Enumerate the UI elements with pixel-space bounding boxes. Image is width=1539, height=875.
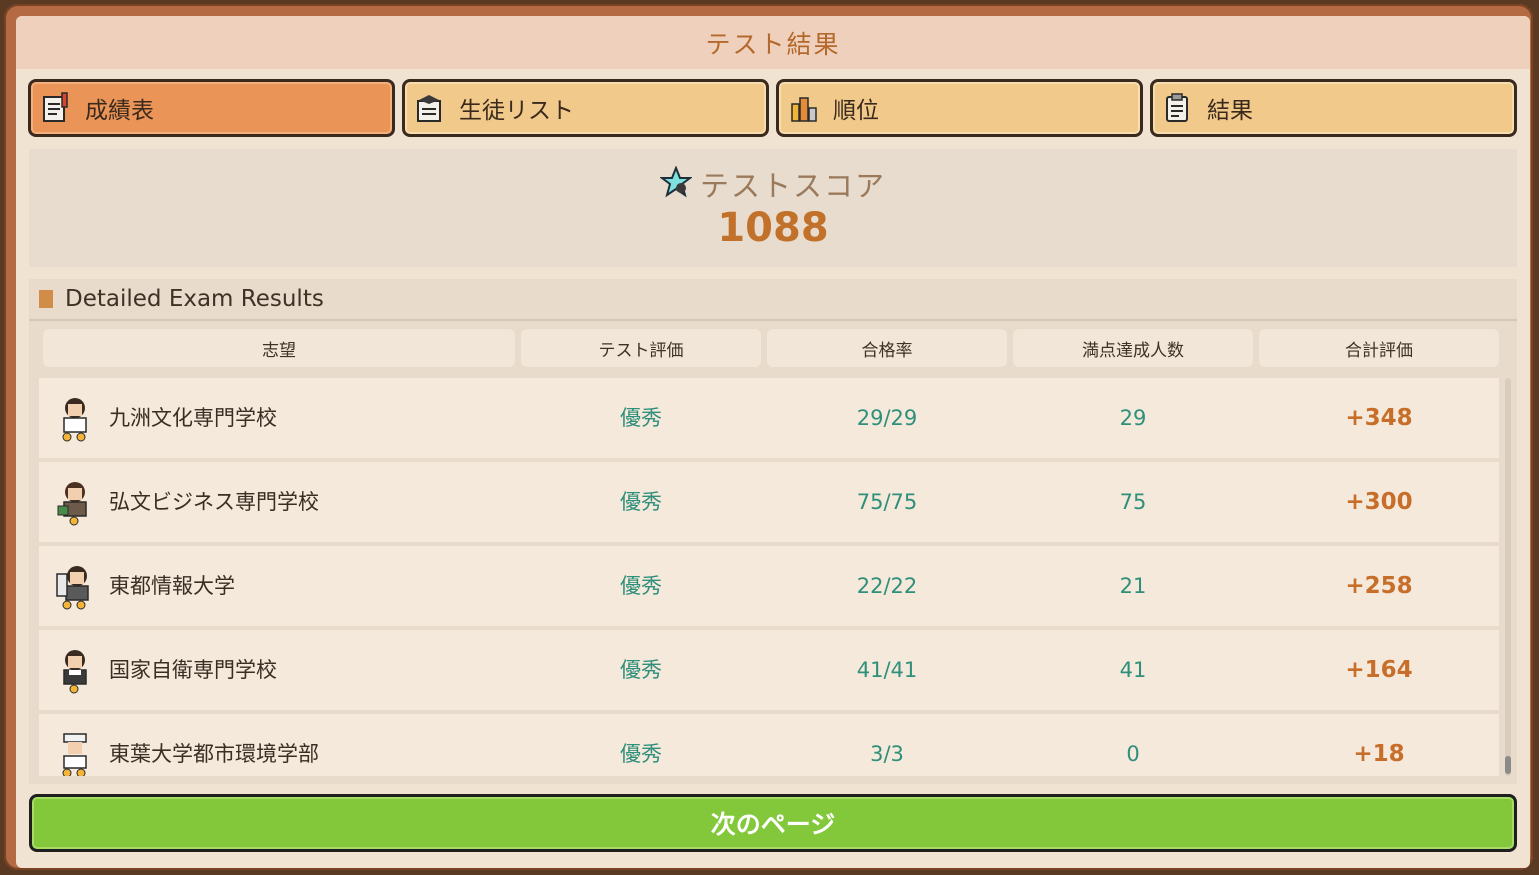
column-header-perfect-count: 満点達成人数 xyxy=(1013,329,1253,367)
perfect-count: 0 xyxy=(1126,742,1140,766)
school-name: 弘文ビジネス専門学校 xyxy=(109,490,319,514)
total-rating: +164 xyxy=(1345,657,1413,683)
tab-label: 成績表 xyxy=(85,98,154,124)
pass-rate: 22/22 xyxy=(856,574,918,598)
column-header-school: 志望 xyxy=(43,329,515,367)
student-avatar-icon xyxy=(55,478,93,526)
total-rating: +18 xyxy=(1353,741,1405,767)
test-rating: 優秀 xyxy=(620,574,662,598)
section-marker xyxy=(39,290,53,308)
ranking-icon xyxy=(789,92,819,124)
test-rating: 優秀 xyxy=(620,742,662,766)
test-score-panel: テストスコア 1088 xyxy=(29,149,1517,267)
results-clipboard-icon xyxy=(1163,92,1193,124)
perfect-count: 29 xyxy=(1119,406,1147,430)
results-header: Detailed Exam Results xyxy=(29,279,1517,321)
table-row[interactable]: 弘文ビジネス専門学校 優秀 75/75 75 +300 xyxy=(39,462,1499,542)
report-card-icon xyxy=(41,92,71,124)
student-list-icon xyxy=(415,92,445,124)
column-header-test-rating: テスト評価 xyxy=(521,329,761,367)
perfect-count: 21 xyxy=(1119,574,1147,598)
score-header: テストスコア xyxy=(29,163,1517,205)
student-avatar-icon xyxy=(55,730,93,776)
tab-label: 順位 xyxy=(833,98,879,124)
tab-label: 生徒リスト xyxy=(459,98,574,124)
table-row[interactable]: 九洲文化専門学校 優秀 29/29 29 +348 xyxy=(39,378,1499,458)
table-row[interactable]: 東都情報大学 優秀 22/22 21 +258 xyxy=(39,546,1499,626)
pass-rate: 41/41 xyxy=(856,658,918,682)
student-avatar-icon xyxy=(55,646,93,694)
detailed-results-panel: Detailed Exam Results 志望 テスト評価 合格率 満点達成人… xyxy=(29,279,1517,784)
tab-label: 結果 xyxy=(1207,98,1253,124)
table-row[interactable]: 国家自衛専門学校 優秀 41/41 41 +164 xyxy=(39,630,1499,710)
school-name: 国家自衛専門学校 xyxy=(109,658,277,682)
results-list[interactable]: 九洲文化専門学校 優秀 29/29 29 +348 弘文ビジネス専門学校 優秀 … xyxy=(39,378,1499,776)
score-value: 1088 xyxy=(717,205,829,251)
table-row[interactable]: 東葉大学都市環境学部 優秀 3/3 0 +18 xyxy=(39,714,1499,776)
tab-ranking[interactable]: 順位 xyxy=(776,79,1143,137)
total-rating: +300 xyxy=(1345,489,1413,515)
results-scrollbar[interactable] xyxy=(1505,378,1511,776)
test-rating: 優秀 xyxy=(620,658,662,682)
tab-student-list[interactable]: 生徒リスト xyxy=(402,79,769,137)
total-rating: +348 xyxy=(1345,405,1413,431)
perfect-count: 75 xyxy=(1119,490,1147,514)
score-label: テストスコア xyxy=(699,169,886,203)
results-title: Detailed Exam Results xyxy=(65,286,324,312)
scrollbar-thumb[interactable] xyxy=(1505,756,1511,774)
student-avatar-icon xyxy=(55,394,93,442)
total-rating: +258 xyxy=(1345,573,1413,599)
tab-results[interactable]: 結果 xyxy=(1150,79,1517,137)
school-name: 九洲文化専門学校 xyxy=(109,406,277,430)
next-page-button[interactable]: 次のページ xyxy=(29,794,1517,852)
star-icon xyxy=(658,165,693,202)
tab-report-card[interactable]: 成績表 xyxy=(28,79,395,137)
pass-rate: 29/29 xyxy=(856,406,918,430)
test-rating: 優秀 xyxy=(620,406,662,430)
column-header-pass-rate: 合格率 xyxy=(767,329,1007,367)
column-header-total-rating: 合計評価 xyxy=(1259,329,1499,367)
school-name: 東都情報大学 xyxy=(109,574,235,598)
window-title: テスト結果 xyxy=(16,16,1530,69)
school-name: 東葉大学都市環境学部 xyxy=(109,742,319,766)
test-rating: 優秀 xyxy=(620,490,662,514)
perfect-count: 41 xyxy=(1119,658,1147,682)
window-content: テスト結果 成績表 生徒リスト 順位 結果 テストスコア 1088 Detail… xyxy=(16,16,1530,868)
tab-bar: 成績表 生徒リスト 順位 結果 xyxy=(28,79,1518,139)
results-window: テスト結果 成績表 生徒リスト 順位 結果 テストスコア 1088 Detail… xyxy=(4,4,1533,870)
student-avatar-icon xyxy=(55,562,93,610)
pass-rate: 75/75 xyxy=(856,490,918,514)
pass-rate: 3/3 xyxy=(870,742,904,766)
